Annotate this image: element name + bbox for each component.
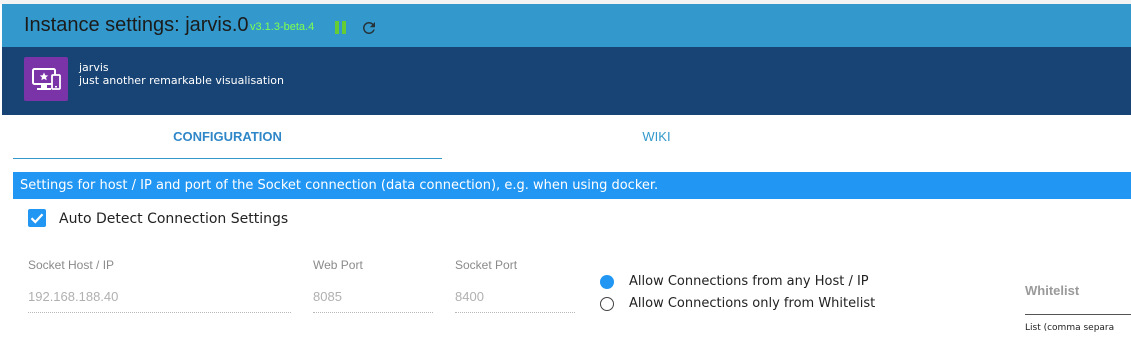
whitelist-label: Whitelist [1025, 283, 1080, 298]
radio-allow-any-host[interactable] [600, 275, 614, 289]
auto-detect-label: Auto Detect Connection Settings [59, 211, 289, 227]
reload-icon[interactable] [360, 19, 378, 37]
instance-settings-window: Instance settings: jarvis.0 v3.1.3-beta.… [0, 0, 1131, 355]
app-description: just another remarkable visualisation [79, 74, 284, 87]
socket-port-input[interactable] [455, 280, 575, 313]
auto-detect-checkbox[interactable] [28, 209, 46, 227]
web-port-label: Web Port [313, 258, 363, 272]
checkmark-icon [30, 213, 44, 224]
tab-configuration[interactable]: CONFIGURATION [13, 115, 442, 159]
whitelist-hint: List (comma separa [1025, 323, 1115, 333]
radio-allow-whitelist-label: Allow Connections only from Whitelist [629, 296, 876, 311]
socket-host-input[interactable] [28, 280, 291, 313]
page-title: Instance settings: jarvis.0 [24, 14, 249, 36]
tab-wiki[interactable]: WIKI [442, 115, 871, 158]
tab-bar: CONFIGURATION WIKI [13, 115, 1131, 159]
socket-port-label: Socket Port [455, 258, 518, 272]
web-port-input[interactable] [313, 280, 433, 313]
app-name: jarvis [79, 61, 109, 74]
socket-host-label: Socket Host / IP [28, 258, 115, 272]
monitor-star-icon [24, 57, 68, 101]
radio-allow-any-host-label: Allow Connections from any Host / IP [629, 274, 869, 289]
titlebar: Instance settings: jarvis.0 v3.1.3-beta.… [2, 4, 1131, 47]
adapter-header: jarvis just another remarkable visualisa… [2, 47, 1131, 115]
whitelist-input[interactable] [1025, 314, 1131, 315]
version-label: v3.1.3-beta.4 [250, 21, 315, 33]
pause-icon[interactable] [333, 20, 347, 35]
connection-info-banner: Settings for host / IP and port of the S… [13, 172, 1131, 199]
radio-allow-whitelist[interactable] [600, 297, 614, 311]
